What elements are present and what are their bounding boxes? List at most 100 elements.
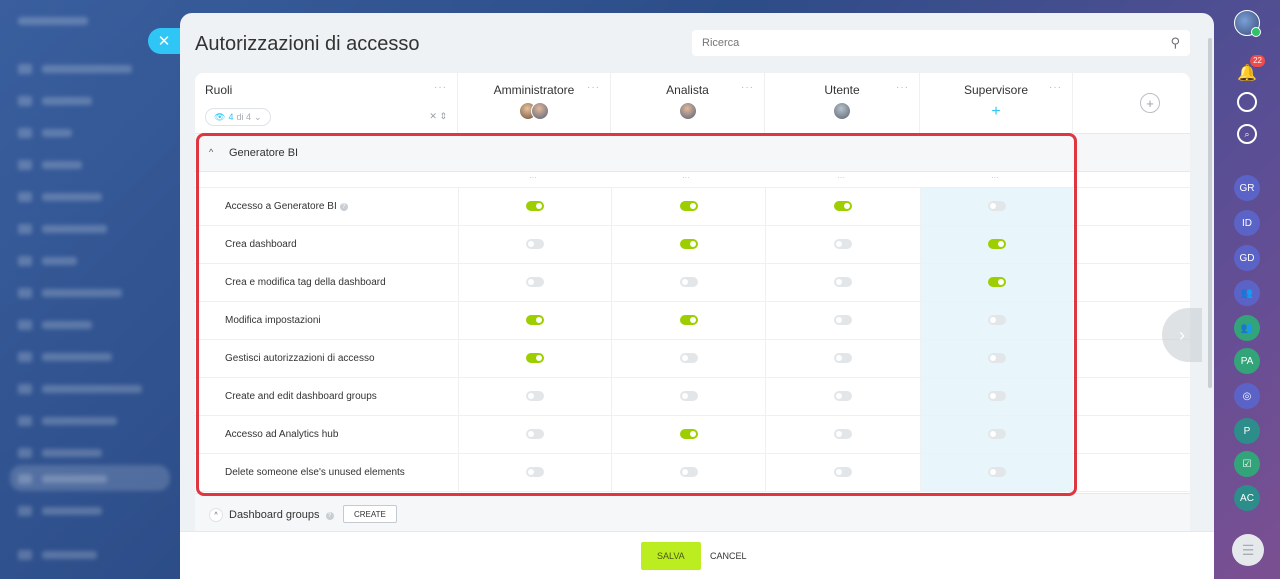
roles-menu-icon[interactable]: ··· bbox=[434, 82, 447, 93]
role-menu-icon[interactable]: ··· bbox=[896, 82, 909, 93]
sidebar-item[interactable] bbox=[18, 446, 102, 460]
permission-cell bbox=[920, 454, 1073, 492]
sidebar-item[interactable] bbox=[18, 350, 112, 364]
permission-toggle[interactable] bbox=[988, 201, 1006, 211]
role-menu-icon[interactable]: ··· bbox=[741, 82, 754, 93]
sidebar-item[interactable] bbox=[18, 94, 92, 108]
sidebar-item[interactable] bbox=[18, 126, 72, 140]
permission-toggle[interactable] bbox=[526, 391, 544, 401]
permission-toggle[interactable] bbox=[988, 467, 1006, 477]
sidebar-item[interactable] bbox=[18, 504, 102, 518]
sidebar-item[interactable] bbox=[18, 222, 107, 236]
permission-toggle[interactable] bbox=[679, 429, 698, 439]
permission-toggle[interactable] bbox=[526, 277, 544, 287]
permission-toggle[interactable] bbox=[526, 201, 544, 211]
sidebar-item[interactable] bbox=[18, 62, 132, 76]
permission-toggle[interactable] bbox=[834, 201, 852, 211]
group-chat-gr[interactable]: GR bbox=[1234, 175, 1260, 201]
collapse-expand-icon[interactable]: ✕ ⇕ bbox=[429, 111, 447, 122]
sidebar-item[interactable] bbox=[18, 318, 92, 332]
left-sidebar bbox=[0, 0, 180, 579]
sidebar-item[interactable] bbox=[18, 286, 122, 300]
permission-toggle[interactable] bbox=[988, 353, 1006, 363]
roles-filter-pill[interactable]: 👁 4 di 4 ⌄ bbox=[205, 108, 271, 126]
notifications-bell-icon[interactable]: 🔔 22 bbox=[1234, 55, 1265, 86]
permission-toggle[interactable] bbox=[679, 353, 698, 363]
permission-toggle[interactable] bbox=[526, 315, 544, 325]
role-menu-icon[interactable]: ··· bbox=[587, 82, 600, 93]
permission-toggle[interactable] bbox=[679, 201, 698, 211]
permission-toggle[interactable] bbox=[988, 391, 1006, 401]
search-icon[interactable]: ⚲ bbox=[1170, 35, 1180, 51]
permission-toggle[interactable] bbox=[679, 391, 698, 401]
section-header-dashboard-groups[interactable]: ^ Dashboard groups ? CREATE bbox=[195, 493, 1190, 533]
chat-search-icon[interactable]: ⌕ bbox=[1237, 124, 1257, 144]
role-menu-icon[interactable]: ··· bbox=[1049, 82, 1062, 93]
column-menu-icon[interactable]: ··· bbox=[837, 173, 845, 182]
info-icon[interactable]: ? bbox=[339, 203, 348, 211]
permission-cell bbox=[611, 378, 765, 416]
group-chat-calendar-icon[interactable]: ☑ bbox=[1234, 451, 1260, 477]
permission-label: Crea e modifica tag della dashboard bbox=[225, 264, 386, 302]
group-chat-users-icon[interactable]: 👥 bbox=[1234, 280, 1260, 306]
permission-toggle[interactable] bbox=[988, 277, 1006, 287]
sidebar-item[interactable] bbox=[18, 254, 77, 268]
permission-toggle[interactable] bbox=[526, 429, 544, 439]
permission-cell bbox=[765, 340, 920, 378]
permission-toggle[interactable] bbox=[679, 467, 698, 477]
section-header-generatore-bi[interactable]: ^ Generatore BI bbox=[195, 134, 1190, 172]
chevron-up-icon[interactable]: ^ bbox=[209, 508, 223, 522]
add-member-plus-icon[interactable]: + bbox=[991, 103, 1000, 121]
search-input[interactable] bbox=[702, 37, 1171, 49]
group-chat-p[interactable]: P bbox=[1234, 418, 1260, 444]
permission-toggle[interactable] bbox=[834, 429, 852, 439]
sidebar-item[interactable] bbox=[18, 190, 102, 204]
permission-toggle[interactable] bbox=[834, 315, 852, 325]
create-group-button[interactable]: CREATE bbox=[343, 505, 397, 523]
permission-toggle[interactable] bbox=[988, 239, 1006, 249]
group-chat-users-icon[interactable]: 👥 bbox=[1234, 315, 1260, 341]
target-icon[interactable] bbox=[1237, 92, 1257, 112]
sidebar-item[interactable] bbox=[18, 548, 97, 562]
permission-label: Accesso ad Analytics hub bbox=[225, 416, 338, 454]
permission-toggle[interactable] bbox=[679, 315, 698, 325]
sidebar-item[interactable] bbox=[18, 414, 117, 428]
permission-toggle[interactable] bbox=[679, 277, 698, 287]
permission-toggle[interactable] bbox=[834, 467, 852, 477]
permission-toggle[interactable] bbox=[988, 315, 1006, 325]
column-menu-icon[interactable]: ··· bbox=[529, 173, 537, 182]
permission-cell bbox=[765, 416, 920, 454]
user-avatar[interactable] bbox=[1234, 10, 1261, 37]
role-members[interactable] bbox=[833, 102, 851, 120]
column-menu-icon[interactable]: ··· bbox=[991, 173, 999, 182]
group-chat-pa[interactable]: PA bbox=[1234, 348, 1260, 374]
permission-toggle[interactable] bbox=[679, 239, 698, 249]
add-role-button[interactable]: + bbox=[1140, 93, 1160, 113]
close-slider-button[interactable]: ✕ bbox=[148, 28, 180, 54]
group-chat-gd[interactable]: GD bbox=[1234, 245, 1260, 271]
permission-toggle[interactable] bbox=[988, 429, 1006, 439]
column-menu-icon[interactable]: ··· bbox=[682, 173, 690, 182]
permission-toggle[interactable] bbox=[526, 467, 544, 477]
role-members[interactable] bbox=[678, 102, 697, 120]
group-chat-ac[interactable]: AC bbox=[1234, 485, 1260, 511]
vertical-scrollbar[interactable] bbox=[1208, 38, 1212, 388]
permission-toggle[interactable] bbox=[526, 239, 544, 249]
group-chat-target-icon[interactable]: ◎ bbox=[1234, 383, 1260, 409]
sidebar-item[interactable] bbox=[18, 158, 82, 172]
permission-toggle[interactable] bbox=[834, 353, 852, 363]
permission-toggle[interactable] bbox=[834, 239, 852, 249]
sidebar-item[interactable] bbox=[18, 382, 142, 396]
save-button[interactable]: SALVA bbox=[641, 542, 701, 570]
group-chat-id[interactable]: ID bbox=[1234, 210, 1260, 236]
role-members[interactable] bbox=[519, 102, 549, 120]
info-icon[interactable]: ? bbox=[325, 512, 334, 520]
chevron-up-icon[interactable]: ^ bbox=[209, 147, 213, 157]
permission-toggle[interactable] bbox=[834, 277, 852, 287]
search-box[interactable]: ⚲ bbox=[692, 30, 1190, 56]
permission-toggle[interactable] bbox=[834, 391, 852, 401]
cancel-button[interactable]: CANCEL bbox=[710, 542, 747, 570]
permission-toggle[interactable] bbox=[526, 353, 544, 363]
menu-icon[interactable]: ☰ bbox=[1232, 534, 1264, 566]
sidebar-item[interactable] bbox=[18, 472, 107, 486]
